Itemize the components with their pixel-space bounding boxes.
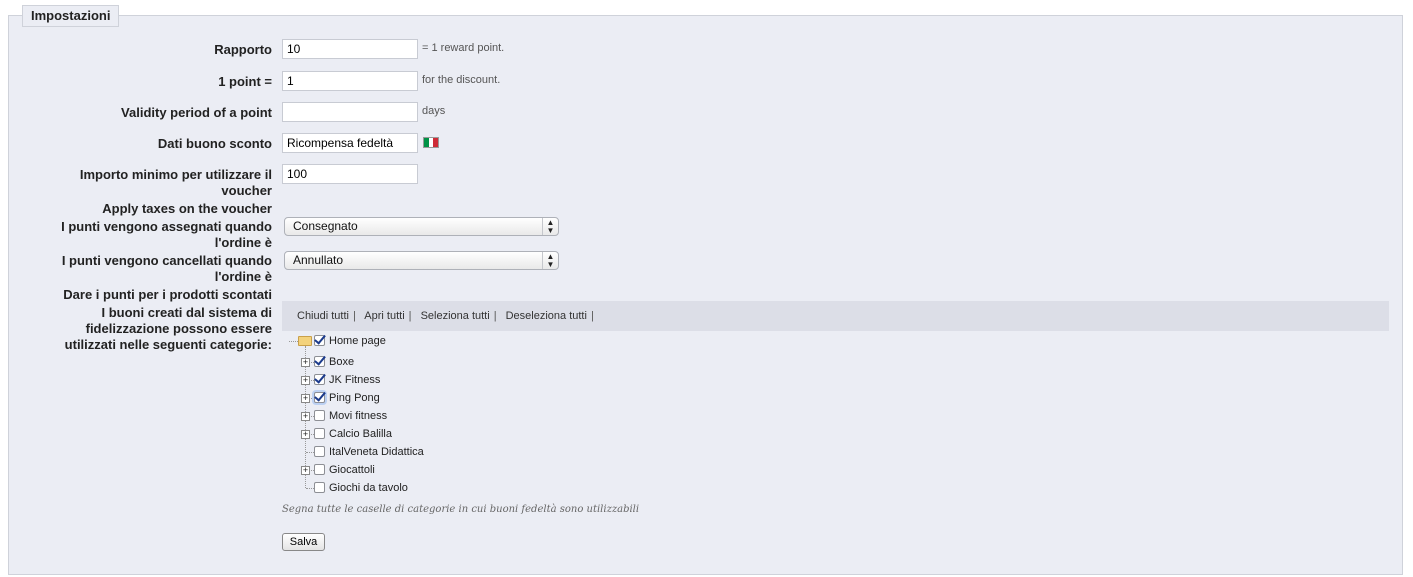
points-cancelled-value: Annullato (293, 253, 344, 267)
category-checkbox[interactable] (314, 428, 325, 439)
category-checkbox[interactable] (314, 392, 325, 403)
category-label: Movi fitness (329, 410, 388, 422)
point-value-hint: for the discount. (422, 74, 501, 86)
categories-label: I buoni creati dal sistema di fidelizzaz… (64, 305, 272, 352)
expand-icon[interactable]: + (301, 376, 310, 385)
validity-input[interactable] (282, 102, 418, 122)
expand-icon[interactable]: + (301, 430, 310, 439)
points-assigned-select[interactable]: Consegnato ▲ ▼ (284, 217, 559, 236)
category-label: ItalVeneta Didattica (329, 446, 424, 458)
category-checkbox[interactable] (314, 482, 325, 493)
min-amount-label: Importo minimo per utilizzare il voucher (79, 167, 272, 198)
points-cancelled-label: I punti vengono cancellati quando l'ordi… (61, 253, 272, 284)
collapse-all-link[interactable]: Chiudi tutti (297, 310, 349, 322)
tree-line (306, 488, 314, 489)
ratio-label: Rapporto (214, 42, 272, 57)
category-checkbox[interactable] (314, 374, 325, 385)
deselect-all-link[interactable]: Deseleziona tutti (506, 310, 587, 322)
italian-flag-icon[interactable] (423, 137, 439, 148)
select-arrows-icon: ▲ ▼ (542, 218, 558, 235)
category-checkbox-home[interactable] (314, 335, 325, 346)
points-cancelled-select[interactable]: Annullato ▲ ▼ (284, 251, 559, 270)
discounted-products-label: Dare i punti per i prodotti scontati (63, 287, 272, 302)
expand-icon[interactable]: + (301, 466, 310, 475)
ratio-input[interactable] (282, 39, 418, 59)
ratio-hint: = 1 reward point. (422, 42, 505, 54)
voucher-name-input[interactable] (282, 133, 418, 153)
category-checkbox[interactable] (314, 410, 325, 421)
point-value-input[interactable] (282, 71, 418, 91)
category-label: Giochi da tavolo (329, 482, 408, 494)
tree-line (289, 341, 298, 342)
category-checkbox[interactable] (314, 356, 325, 367)
category-checkbox[interactable] (314, 464, 325, 475)
expand-icon[interactable]: + (301, 394, 310, 403)
save-button[interactable]: Salva (282, 533, 325, 551)
points-assigned-value: Consegnato (293, 219, 358, 233)
settings-legend: Impostazioni (22, 5, 120, 27)
tree-line (306, 452, 314, 453)
categories-help-text: Segna tutte le caselle di categorie in c… (282, 504, 640, 515)
expand-icon[interactable]: + (301, 358, 310, 367)
select-all-link[interactable]: Seleziona tutti (421, 310, 490, 322)
folder-open-icon (298, 336, 312, 346)
points-assigned-label: I punti vengono assegnati quando l'ordin… (61, 219, 272, 250)
category-checkbox[interactable] (314, 446, 325, 457)
category-label: JK Fitness (329, 374, 381, 386)
expand-all-link[interactable]: Apri tutti (364, 310, 404, 322)
tree-toolbar: Chiudi tutti | Apri tutti | Seleziona tutt… (282, 301, 1389, 331)
expand-icon[interactable]: + (301, 412, 310, 421)
voucher-name-label: Dati buono sconto (157, 136, 272, 151)
validity-label: Validity period of a point (121, 105, 272, 120)
category-label: Ping Pong (329, 392, 380, 404)
select-arrows-icon: ▲ ▼ (542, 252, 558, 269)
apply-taxes-label: Apply taxes on the voucher (102, 201, 272, 216)
category-label: Giocattoli (329, 464, 375, 476)
validity-hint: days (422, 105, 446, 117)
category-label: Boxe (329, 356, 355, 368)
point-value-label: 1 point = (218, 74, 272, 89)
category-label-home: Home page (329, 335, 386, 347)
min-amount-input[interactable] (282, 164, 418, 184)
category-label: Calcio Balilla (329, 428, 392, 440)
